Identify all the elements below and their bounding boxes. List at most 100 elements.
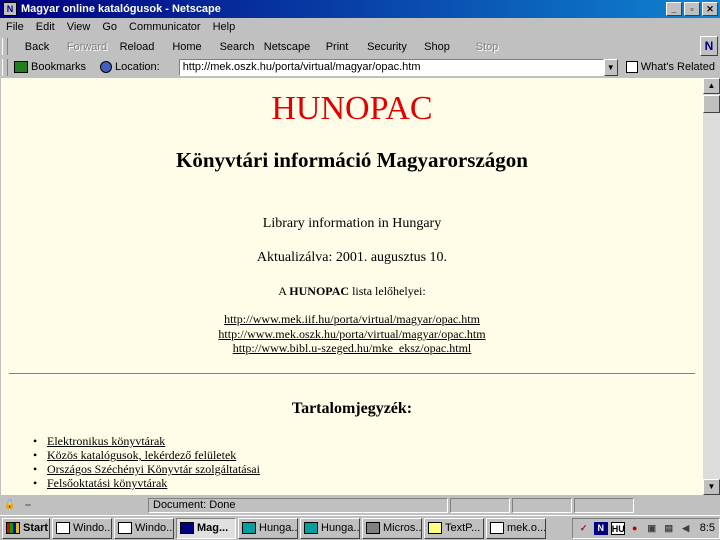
status-text: Document: Done — [148, 497, 448, 513]
toc-link[interactable]: Elektronikus könyvtárak — [47, 434, 165, 448]
bookmarks-icon — [14, 61, 28, 73]
taskbar-item[interactable]: Hunga... — [300, 517, 360, 539]
page-subtitle: Könyvtári információ Magyarországon — [176, 148, 528, 172]
document-icon — [242, 522, 256, 534]
whats-related-button[interactable]: What's Related — [625, 61, 715, 73]
mirror-link[interactable]: http://www.mek.oszk.hu/porta/virtual/mag… — [218, 327, 485, 341]
status-field — [512, 497, 572, 513]
taskbar-item[interactable]: Windo... — [114, 517, 174, 539]
taskbar-item[interactable]: mek.o... — [486, 517, 546, 539]
mirror-link-row: http://www.mek.oszk.hu/porta/virtual/mag… — [1, 327, 703, 342]
netscape-icon — [180, 522, 194, 534]
netscape-app-icon[interactable]: N — [3, 2, 17, 16]
taskbar-item[interactable]: Micros... — [362, 517, 422, 539]
menu-help[interactable]: Help — [207, 21, 242, 33]
window-icon — [118, 522, 132, 534]
shop-button[interactable]: Shop — [412, 41, 462, 56]
taskbar-item-label: TextP... — [445, 522, 481, 534]
taskbar-item-label: Hunga... — [259, 522, 298, 534]
sites-text-bold: HUNOPAC — [289, 284, 350, 298]
window-title: Magyar online katalógusok - Netscape — [21, 3, 221, 15]
scroll-down-button[interactable]: ▼ — [703, 479, 720, 495]
toc-heading: Tartalomjegyzék: — [291, 400, 413, 417]
reload-button[interactable]: Reload — [112, 41, 162, 56]
list-item: Felsőoktatási könyvtárak — [33, 476, 260, 491]
page-heading: HUNOPAC — [271, 90, 433, 127]
clock[interactable]: 8:5 — [700, 522, 715, 534]
taskbar-item[interactable]: Hunga... — [238, 517, 298, 539]
volume-icon[interactable]: ◀ — [679, 522, 693, 535]
forward-button[interactable]: Forward — [62, 41, 112, 56]
bookmarks-button[interactable]: Bookmarks — [14, 61, 86, 73]
tray-icon[interactable]: ▣ — [645, 522, 659, 535]
menu-communicator[interactable]: Communicator — [123, 21, 207, 33]
mirror-link[interactable]: http://www.mek.iif.hu/porta/virtual/magy… — [224, 312, 480, 326]
start-button[interactable]: Start — [2, 517, 50, 539]
windows-logo-icon — [6, 522, 20, 534]
bookmarks-label: Bookmarks — [31, 61, 87, 73]
mirror-link-row: http://www.mek.iif.hu/porta/virtual/magy… — [1, 312, 703, 327]
taskbar-item-label: Mag... — [197, 522, 229, 534]
home-button[interactable]: Home — [162, 41, 212, 56]
status-field — [450, 497, 510, 513]
scroll-thumb[interactable] — [703, 95, 720, 113]
maximize-button[interactable]: ▫ — [684, 2, 700, 16]
system-tray: ✓ N HU ● ▣ ▤ ◀ 8:5 — [571, 517, 720, 539]
window-icon — [56, 522, 70, 534]
stop-button[interactable]: Stop — [462, 41, 512, 56]
url-dropdown-button[interactable]: ▼ — [603, 58, 618, 76]
menu-bar: File Edit View Go Communicator Help — [0, 18, 720, 36]
minimize-button[interactable]: _ — [666, 2, 682, 16]
taskbar-item-label: Windo... — [73, 522, 112, 534]
notepad-icon — [428, 522, 442, 534]
menu-edit[interactable]: Edit — [30, 21, 61, 33]
mirror-link[interactable]: http://www.bibl.u-szeged.hu/mke_eksz/opa… — [233, 341, 472, 355]
taskbar: Start Windo... Windo... Mag... Hunga... … — [0, 515, 720, 540]
tray-icon[interactable]: ✓ — [577, 522, 591, 535]
taskbar-item[interactable]: TextP... — [424, 517, 484, 539]
navigation-toolbar: Back Forward Reload Home Search Netscape… — [0, 36, 700, 56]
security-lock-icon[interactable]: 🔓 — [2, 499, 18, 511]
vertical-scrollbar[interactable]: ▲ ▼ — [703, 78, 720, 495]
netscape-tray-icon[interactable]: N — [593, 521, 608, 535]
sites-text-before: A — [278, 284, 290, 298]
taskbar-item-active[interactable]: Mag... — [176, 517, 236, 539]
related-icon — [625, 61, 638, 73]
security-button[interactable]: Security — [362, 41, 412, 56]
scroll-up-button[interactable]: ▲ — [703, 78, 720, 94]
taskbar-item[interactable]: Windo... — [52, 517, 112, 539]
mirror-link-row: http://www.bibl.u-szeged.hu/mke_eksz/opa… — [1, 341, 703, 356]
print-button[interactable]: Print — [312, 41, 362, 56]
online-status-icon[interactable]: ⇔ — [20, 499, 36, 511]
title-bar: N Magyar online katalógusok - Netscape _… — [0, 0, 720, 18]
sites-text-after: lista lelőhelyei: — [349, 284, 426, 298]
toc-link[interactable]: Közös katalógusok, lekérdező felületek — [47, 448, 236, 462]
status-bar: 🔓 ⇔ Document: Done — [0, 496, 720, 514]
tray-icon[interactable]: ▤ — [662, 522, 676, 535]
window-icon — [366, 522, 380, 534]
netscape-button[interactable]: Netscape — [262, 41, 312, 56]
netscape-throbber-icon[interactable]: N — [700, 36, 718, 56]
back-button[interactable]: Back — [12, 41, 62, 56]
language-indicator[interactable]: HU — [610, 521, 625, 535]
toc-link[interactable]: Országos Széchényi Könyvtár szolgáltatás… — [47, 462, 260, 476]
menu-file[interactable]: File — [0, 21, 30, 33]
updated-label: Aktualizálva: — [256, 250, 333, 265]
menu-go[interactable]: Go — [96, 21, 123, 33]
close-button[interactable]: ✕ — [702, 2, 718, 16]
document-icon — [304, 522, 318, 534]
search-button[interactable]: Search — [212, 41, 262, 56]
taskbar-item-label: Hunga... — [321, 522, 360, 534]
alert-tray-icon[interactable]: ● — [628, 522, 642, 535]
url-field[interactable]: http://mek.oszk.hu/porta/virtual/magyar/… — [178, 58, 604, 76]
toc-link[interactable]: Felsőoktatási könyvtárak — [47, 476, 167, 490]
page-content: HUNOPAC Könyvtári információ Magyarorszá… — [1, 78, 703, 495]
taskbar-item-label: Micros... — [383, 522, 422, 534]
update-line: Aktualizálva: 2001. augusztus 10. — [1, 250, 703, 266]
page-proxy-icon[interactable] — [100, 61, 113, 73]
menu-view[interactable]: View — [61, 21, 97, 33]
list-item: Országos Széchényi Könyvtár szolgáltatás… — [33, 462, 260, 477]
sites-line: A HUNOPAC lista lelőhelyei: — [1, 284, 703, 299]
location-toolbar: Bookmarks Location: http://mek.oszk.hu/p… — [0, 57, 720, 77]
document-icon — [490, 522, 504, 534]
